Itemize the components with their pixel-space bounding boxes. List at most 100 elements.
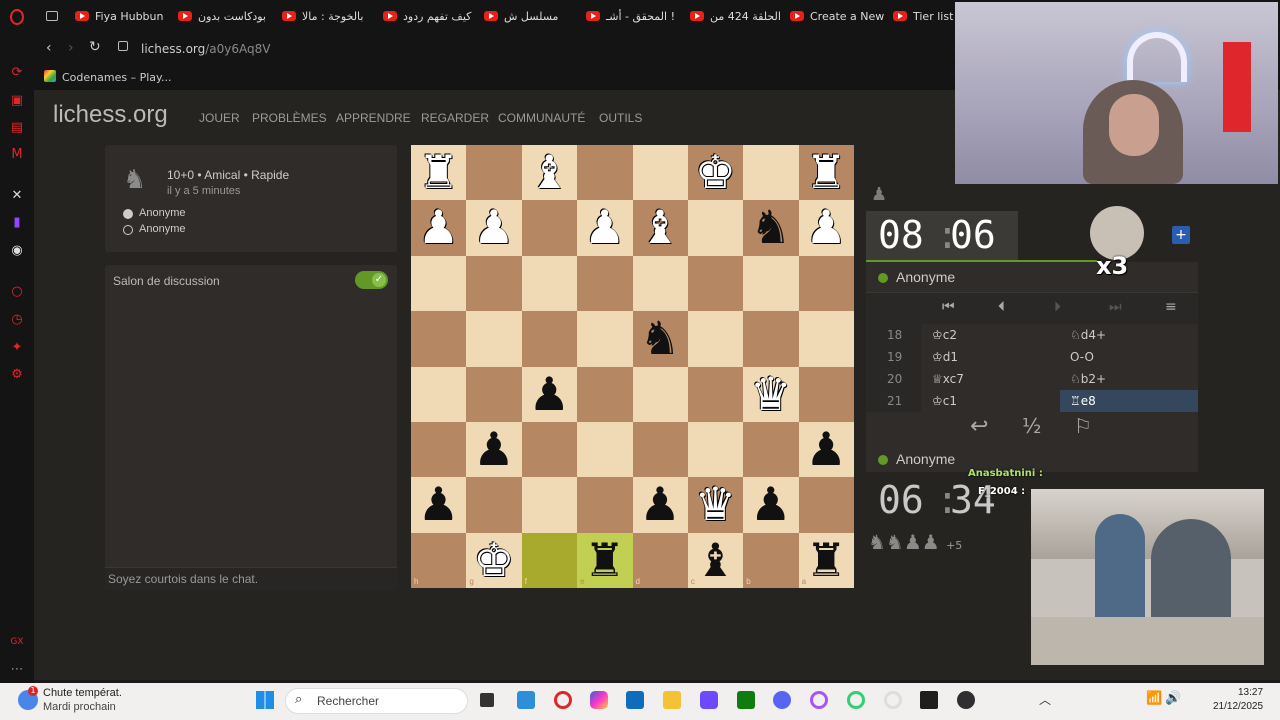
black-knight-icon[interactable]: ♞ <box>743 200 798 255</box>
menu-icon[interactable]: ≡ <box>1165 299 1177 315</box>
opera-logo-icon[interactable] <box>10 9 24 25</box>
black-pawn-icon[interactable]: ♟ <box>522 367 577 422</box>
black-pawn-icon[interactable]: ♟ <box>633 477 688 532</box>
black-pawn-icon[interactable]: ♟ <box>411 477 466 532</box>
proton-vpn-icon[interactable] <box>700 691 718 709</box>
nav-play[interactable]: JOUER <box>199 111 240 125</box>
white-queen-icon[interactable]: ♛ <box>688 477 743 532</box>
white-move[interactable]: ♔c1 <box>932 390 957 412</box>
white-bishop-icon[interactable]: ♝ <box>633 200 688 255</box>
black-pawn-icon[interactable]: ♟ <box>743 477 798 532</box>
board-square[interactable] <box>632 366 688 422</box>
board-square[interactable] <box>743 311 799 367</box>
player-name[interactable]: Anonyme <box>896 451 955 467</box>
white-king-icon[interactable]: ♚ <box>688 145 743 200</box>
url-field[interactable]: lichess.org/a0y6Aq8V <box>141 42 271 56</box>
bookmark-item[interactable]: Fiya Hubbun <box>75 8 163 24</box>
board-square[interactable] <box>521 311 578 367</box>
bookmark-item[interactable]: كيف تفهم ردود <box>383 8 471 24</box>
clock-icon[interactable]: ◷ <box>9 312 25 328</box>
settings-icon[interactable]: ⚙ <box>9 367 25 383</box>
more-options-icon[interactable]: ⋯ <box>9 662 25 678</box>
nav-watch[interactable]: REGARDER <box>421 111 489 125</box>
board-square[interactable] <box>466 366 522 422</box>
board-square[interactable] <box>521 200 578 256</box>
bookmark-manager-icon[interactable] <box>46 8 58 24</box>
chess-board[interactable]: ♜ ♝ ♚ ♜ ♟ ♟ ♟ ♝ ♞ ♟ ♞ ♟ ♛ ♟ ♟ ♟ ♟ ♛ ♟ ♚ ♜ ♝ ♜ h g f e d c b a 1 2 3 4 5 6 7 8 <box>411 145 854 588</box>
board-square[interactable] <box>411 255 467 312</box>
discord-taskbar-icon[interactable] <box>773 691 791 709</box>
black-bishop-icon[interactable]: ♝ <box>688 533 743 588</box>
white-bishop-icon[interactable]: ♝ <box>522 145 577 200</box>
crypto-wallet-icon[interactable]: ▣ <box>9 93 25 109</box>
board-square[interactable] <box>632 255 688 312</box>
volume-icon[interactable]: 🔊 <box>1165 691 1181 706</box>
white-rook-icon[interactable]: ♜ <box>411 145 466 200</box>
store-icon[interactable] <box>626 691 644 709</box>
board-square[interactable] <box>521 255 578 312</box>
bookmark-item[interactable]: الحلقة 424 من <box>690 8 781 24</box>
board-square[interactable] <box>632 532 688 588</box>
black-move[interactable]: ♖e8 <box>1060 390 1198 412</box>
white-queen-icon[interactable]: ♛ <box>743 367 798 422</box>
board-square[interactable] <box>411 421 467 478</box>
back-icon[interactable]: ‹ <box>46 40 52 56</box>
reload-icon[interactable]: ↻ <box>89 39 101 55</box>
last-move-icon[interactable]: ⏭ <box>1109 299 1122 315</box>
task-view-icon[interactable] <box>480 693 494 707</box>
obs-icon[interactable] <box>957 691 975 709</box>
board-square[interactable] <box>466 477 522 533</box>
board-square[interactable] <box>521 477 578 533</box>
bookmark-item[interactable]: المحقق - أشـ ! <box>586 8 675 24</box>
board-square[interactable] <box>687 421 744 478</box>
black-move[interactable]: ♘b2+ <box>1060 368 1198 390</box>
network-icon[interactable]: 📶 <box>1146 691 1162 706</box>
white-pawn-icon[interactable]: ♟ <box>466 200 521 255</box>
board-square[interactable] <box>577 477 633 533</box>
opera-gx-taskbar-icon[interactable] <box>554 691 572 709</box>
gx-corner-icon[interactable]: GX <box>9 634 25 650</box>
aria-icon[interactable]: ⟳ <box>9 65 25 81</box>
extensions-icon[interactable]: ✦ <box>9 340 25 356</box>
opera-taskbar-icon[interactable] <box>810 691 828 709</box>
forward-icon[interactable]: › <box>68 40 74 56</box>
widgets-icon[interactable] <box>517 691 535 709</box>
first-move-icon[interactable]: ⏮ <box>942 299 955 315</box>
weather-title[interactable]: Chute températ. <box>43 687 122 699</box>
windows-start-icon[interactable] <box>256 691 274 709</box>
gaming-icon[interactable]: ▤ <box>9 120 25 136</box>
codenames-tab[interactable]: Codenames – Play... <box>62 71 171 84</box>
opera-white-icon[interactable] <box>884 691 902 709</box>
board-square[interactable] <box>466 311 522 367</box>
resign-flag-icon[interactable]: ⚐ <box>1074 414 1092 438</box>
black-rook-icon[interactable]: ♜ <box>577 533 632 588</box>
twitch-icon[interactable]: ▮ <box>9 215 25 231</box>
tray-chevron-icon[interactable]: ︿ <box>1039 691 1051 708</box>
white-move[interactable]: ♔c2 <box>932 324 957 346</box>
board-square[interactable] <box>466 145 522 201</box>
takeback-icon[interactable]: ↩ <box>970 414 988 439</box>
board-square[interactable] <box>577 145 633 201</box>
white-player-name[interactable]: Anonyme <box>139 207 185 219</box>
chat-toggle[interactable]: ✓ <box>355 271 388 289</box>
black-move[interactable]: O-O <box>1060 346 1198 368</box>
board-square[interactable] <box>577 255 633 312</box>
nav-tools[interactable]: OUTILS <box>599 111 642 125</box>
board-square[interactable] <box>687 366 744 422</box>
board-square[interactable] <box>466 255 522 312</box>
chat-input[interactable]: Soyez courtois dans le chat. <box>105 567 397 590</box>
board-square[interactable] <box>687 200 744 256</box>
opponent-name[interactable]: Anonyme <box>896 269 955 285</box>
bookmark-item[interactable]: Create a New <box>790 8 884 24</box>
board-square[interactable] <box>687 255 744 312</box>
white-move[interactable]: ♕xc7 <box>932 368 964 390</box>
board-square[interactable] <box>743 421 799 478</box>
nav-learn[interactable]: APPRENDRE <box>336 111 411 125</box>
white-pawn-icon[interactable]: ♟ <box>411 200 466 255</box>
board-square[interactable] <box>411 311 467 367</box>
white-move[interactable]: ♔d1 <box>932 346 958 368</box>
discord-icon[interactable]: ◉ <box>9 243 25 259</box>
black-player-name[interactable]: Anonyme <box>139 223 185 235</box>
board-square[interactable] <box>743 255 799 312</box>
opera-green-icon[interactable] <box>847 691 865 709</box>
